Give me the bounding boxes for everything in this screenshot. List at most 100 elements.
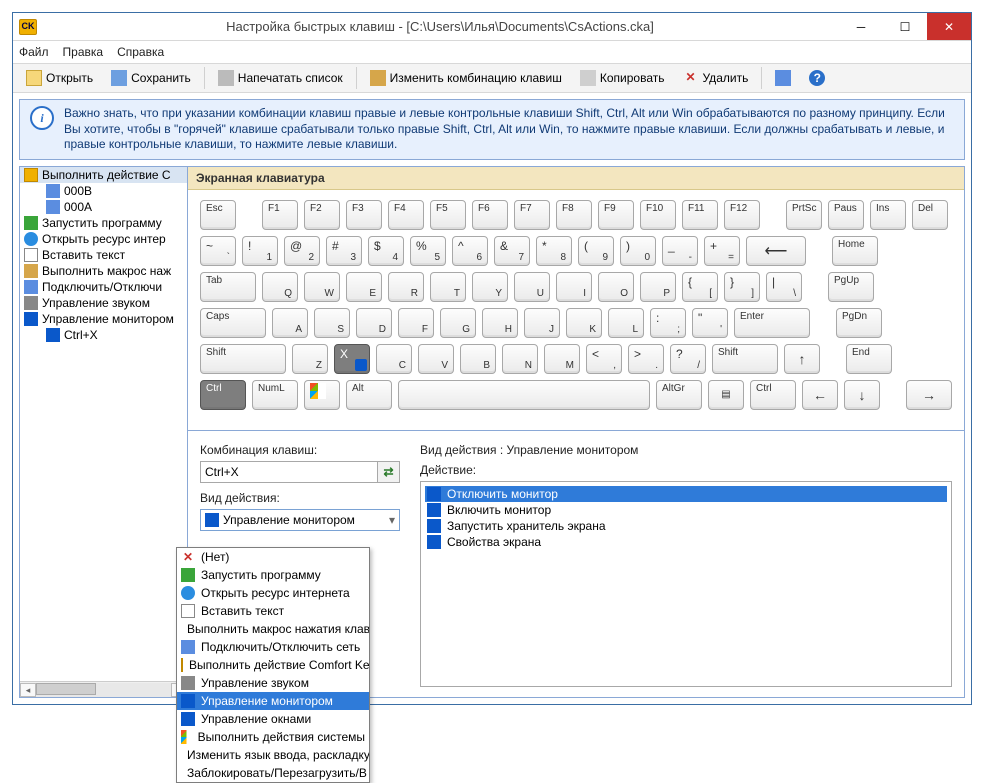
action-item[interactable]: Свойства экрана [425, 534, 947, 550]
dropdown-item[interactable]: Управление звуком [177, 674, 369, 692]
key-b[interactable]: B [460, 344, 496, 374]
key-n[interactable]: N [502, 344, 538, 374]
close-button[interactable]: ✕ [927, 13, 971, 40]
key-z[interactable]: Z [292, 344, 328, 374]
key-rbracket[interactable]: }] [724, 272, 760, 302]
dropdown-item[interactable]: Заблокировать/Перезагрузить/В [177, 764, 369, 782]
key-slash[interactable]: ?/ [670, 344, 706, 374]
key-f[interactable]: F [398, 308, 434, 338]
copy-button[interactable]: Копировать [573, 67, 672, 89]
action-list[interactable]: Отключить монитор Включить монитор Запус… [420, 481, 952, 687]
key-0[interactable]: )0 [620, 236, 656, 266]
key-5[interactable]: %5 [410, 236, 446, 266]
record-shortcut-button[interactable]: ⇄ [378, 461, 400, 483]
action-item[interactable]: Включить монитор [425, 502, 947, 518]
shortcut-input[interactable] [200, 461, 378, 483]
key-f1[interactable]: F1 [262, 200, 298, 230]
action-type-combo[interactable]: Управление монитором ▾ [200, 509, 400, 531]
key-f8[interactable]: F8 [556, 200, 592, 230]
key-v[interactable]: V [418, 344, 454, 374]
key-9[interactable]: (9 [578, 236, 614, 266]
dropdown-item[interactable]: Выполнить действия системы [177, 728, 369, 746]
key-prtsc[interactable]: PrtSc [786, 200, 822, 230]
key-q[interactable]: Q [262, 272, 298, 302]
key-k[interactable]: K [566, 308, 602, 338]
key-m[interactable]: M [544, 344, 580, 374]
key-caps[interactable]: Caps [200, 308, 266, 338]
key-equals[interactable]: += [704, 236, 740, 266]
maximize-button[interactable]: ☐ [883, 13, 927, 40]
key-lbracket[interactable]: {[ [682, 272, 718, 302]
key-x[interactable]: X [334, 344, 370, 374]
minimize-button[interactable]: ─ [839, 13, 883, 40]
key-1[interactable]: !1 [242, 236, 278, 266]
key-w[interactable]: W [304, 272, 340, 302]
dropdown-item[interactable]: ✕(Нет) [177, 548, 369, 566]
key-f2[interactable]: F2 [304, 200, 340, 230]
tree-item[interactable]: Подключить/Отключи [20, 279, 187, 295]
key-8[interactable]: *8 [536, 236, 572, 266]
help-tool-button[interactable]: ? [802, 67, 832, 89]
tree-item[interactable]: Выполнить действие C [20, 167, 187, 183]
action-item[interactable]: Запустить хранитель экрана [425, 518, 947, 534]
key-a[interactable]: A [272, 308, 308, 338]
key-f10[interactable]: F10 [640, 200, 676, 230]
hscrollbar[interactable]: ◂ ▸ [20, 681, 187, 697]
print-button[interactable]: Напечатать список [211, 67, 350, 89]
save-button[interactable]: Сохранить [104, 67, 198, 89]
key-d[interactable]: D [356, 308, 392, 338]
key-u[interactable]: U [514, 272, 550, 302]
key-ins[interactable]: Ins [870, 200, 906, 230]
key-lalt[interactable]: Alt [346, 380, 392, 410]
key-y[interactable]: Y [472, 272, 508, 302]
key-s[interactable]: S [314, 308, 350, 338]
key-win[interactable] [304, 380, 340, 410]
dropdown-item[interactable]: Управление монитором [177, 692, 369, 710]
key-e[interactable]: E [346, 272, 382, 302]
key-pgup[interactable]: PgUp [828, 272, 874, 302]
key-enter[interactable]: Enter [734, 308, 810, 338]
key-esc[interactable]: Esc [200, 200, 236, 230]
key-f3[interactable]: F3 [346, 200, 382, 230]
key-j[interactable]: J [524, 308, 560, 338]
key-grave[interactable]: ~` [200, 236, 236, 266]
tree-item[interactable]: Выполнить макрос наж [20, 263, 187, 279]
tree-item[interactable]: Управление звуком [20, 295, 187, 311]
key-6[interactable]: ^6 [452, 236, 488, 266]
key-t[interactable]: T [430, 272, 466, 302]
key-rctrl[interactable]: Ctrl [750, 380, 796, 410]
key-del[interactable]: Del [912, 200, 948, 230]
dropdown-item[interactable]: Выполнить действие Comfort Key [177, 656, 369, 674]
scroll-track[interactable] [36, 683, 171, 697]
key-left[interactable]: ← [802, 380, 838, 410]
dropdown-item[interactable]: Выполнить макрос нажатия клав [177, 620, 369, 638]
change-shortcut-button[interactable]: Изменить комбинацию клавиш [363, 67, 569, 89]
tree-item[interactable]: 000B [20, 183, 187, 199]
tree-item[interactable]: Ctrl+X [20, 327, 187, 343]
dropdown-item[interactable]: Запустить программу [177, 566, 369, 584]
keyboard-tool-button[interactable] [768, 67, 798, 89]
key-home[interactable]: Home [832, 236, 878, 266]
key-end[interactable]: End [846, 344, 892, 374]
key-up[interactable]: ↑ [784, 344, 820, 374]
key-rshift[interactable]: Shift [712, 344, 778, 374]
tree-item[interactable]: 000A [20, 199, 187, 215]
menu-help[interactable]: Справка [117, 45, 164, 59]
key-7[interactable]: &7 [494, 236, 530, 266]
scroll-thumb[interactable] [36, 683, 96, 695]
key-minus[interactable]: _- [662, 236, 698, 266]
key-2[interactable]: @2 [284, 236, 320, 266]
dropdown-item[interactable]: Изменить язык ввода, раскладку [177, 746, 369, 764]
key-h[interactable]: H [482, 308, 518, 338]
key-lshift[interactable]: Shift [200, 344, 286, 374]
key-pause[interactable]: Paus [828, 200, 864, 230]
scroll-left-button[interactable]: ◂ [20, 683, 36, 697]
key-comma[interactable]: <, [586, 344, 622, 374]
key-p[interactable]: P [640, 272, 676, 302]
key-numlock[interactable]: NumL [252, 380, 298, 410]
menu-edit[interactable]: Правка [63, 45, 104, 59]
key-space[interactable] [398, 380, 650, 410]
tree-item[interactable]: Вставить текст [20, 247, 187, 263]
key-4[interactable]: $4 [368, 236, 404, 266]
dropdown-item[interactable]: Подключить/Отключить сеть [177, 638, 369, 656]
